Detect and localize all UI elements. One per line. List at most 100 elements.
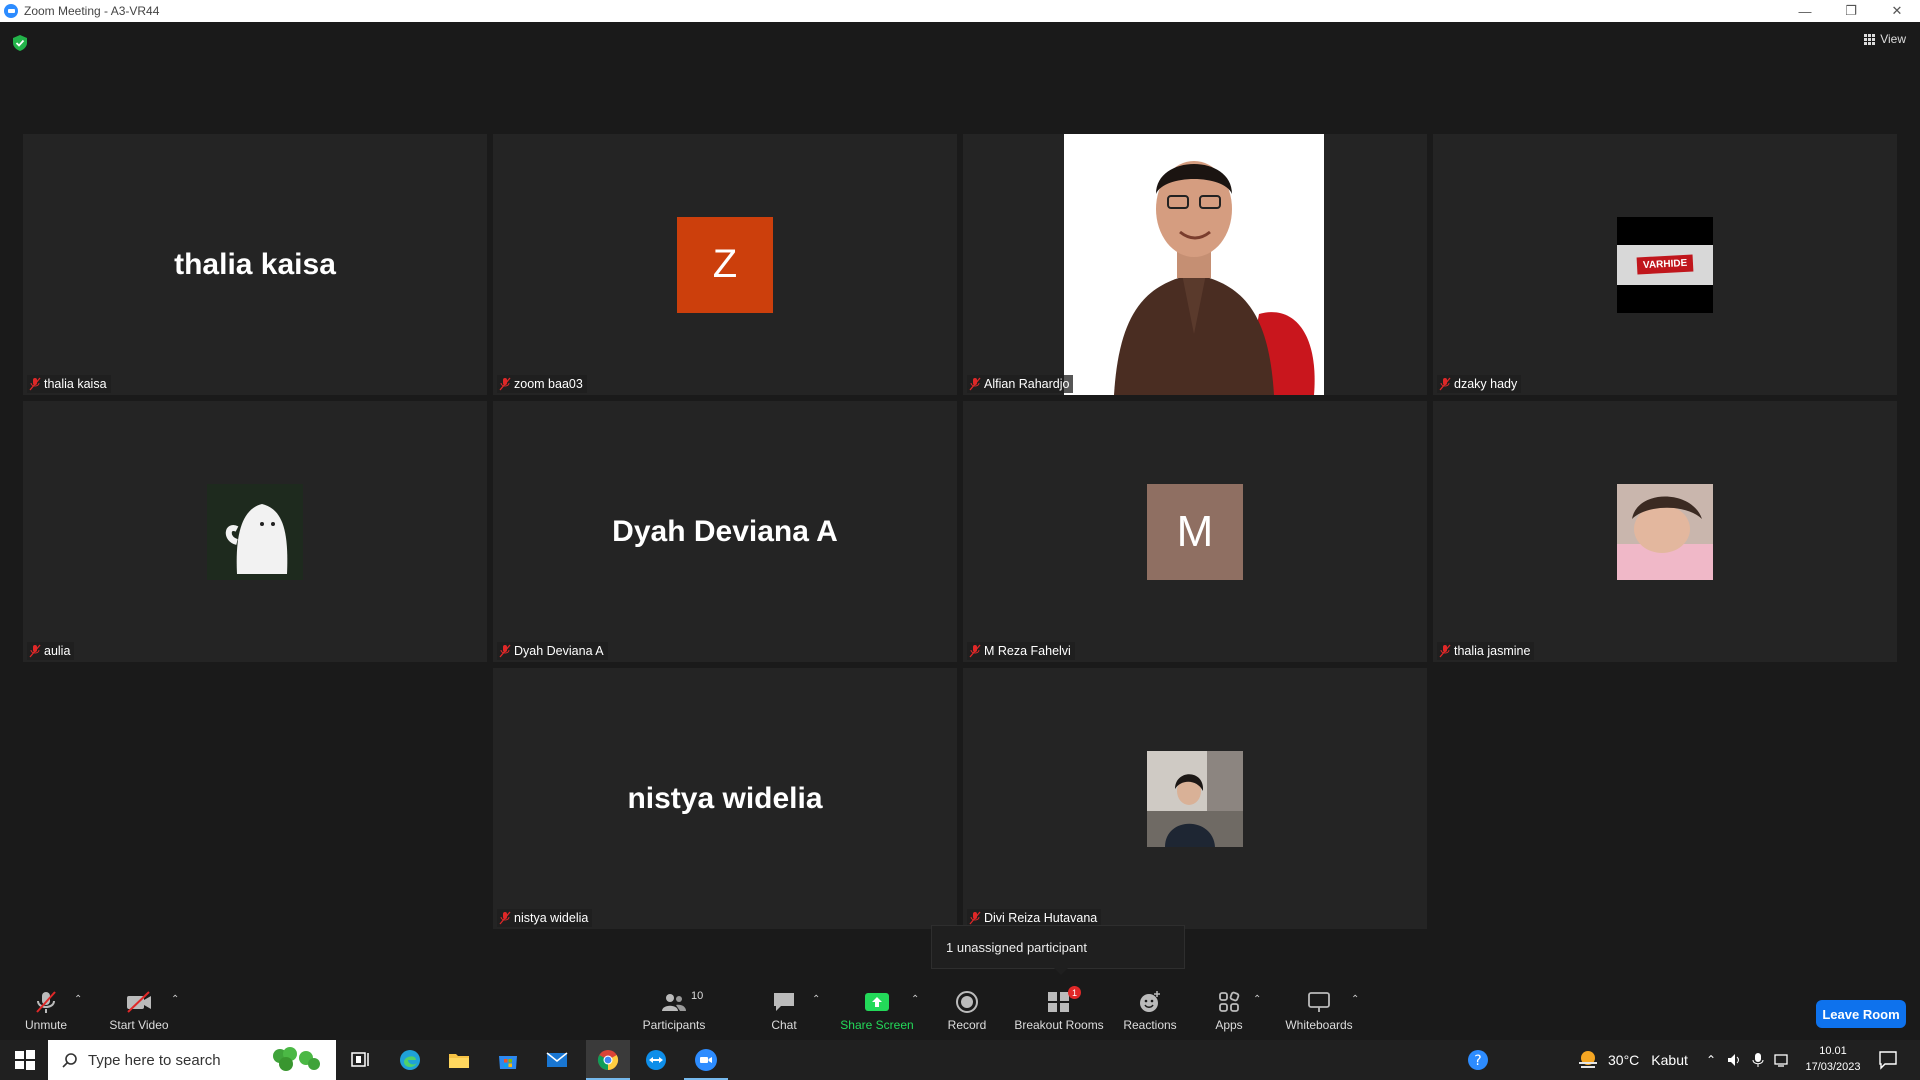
participant-name-label: Dyah Deviana A	[497, 642, 608, 660]
chrome-taskbar-active[interactable]	[586, 1040, 630, 1080]
mic-muted-icon	[969, 644, 981, 658]
mic-muted-icon	[499, 377, 511, 391]
unassigned-participant-tooltip: 1 unassigned participant	[931, 925, 1185, 975]
participants-count: 10	[691, 990, 704, 1002]
weather-description: Kabut	[1651, 1052, 1688, 1068]
help-icon[interactable]: ?	[1466, 1048, 1490, 1072]
chrome-icon	[597, 1050, 619, 1071]
microsoft-store-icon[interactable]	[496, 1048, 520, 1072]
participant-name: nistya widelia	[514, 911, 589, 925]
chat-label: Chat	[771, 1018, 797, 1032]
mail-icon[interactable]	[545, 1048, 569, 1072]
windows-start-icon[interactable]	[13, 1048, 37, 1072]
mic-muted-icon	[499, 644, 511, 658]
participant-name-label: aulia	[27, 642, 75, 660]
share-screen-button[interactable]: Share Screen	[840, 990, 914, 1038]
whiteboards-label: Whiteboards	[1285, 1018, 1353, 1032]
participant-name: Alfian Rahardjo	[984, 377, 1070, 391]
participant-name-label: dzaky hady	[1437, 375, 1522, 393]
participant-name-label: thalia jasmine	[1437, 642, 1535, 660]
participant-tile-nistya-widelia[interactable]: nistya widelia nistya widelia	[493, 668, 957, 929]
audio-options-caret[interactable]: ⌃	[74, 994, 82, 1005]
zoom-app-icon	[695, 1049, 717, 1071]
participant-display-name: Dyah Deviana A	[612, 514, 838, 548]
participant-tile-dzaky-hady[interactable]: VARHIDE dzaky hady	[1433, 134, 1897, 395]
reactions-button[interactable]: Reactions	[1123, 990, 1177, 1038]
apps-button[interactable]: Apps	[1214, 990, 1244, 1038]
file-explorer-icon[interactable]	[447, 1048, 471, 1072]
title-bar: Zoom Meeting - A3-VR44 — ❐ ✕	[0, 0, 1920, 22]
avatar: VARHIDE	[1617, 216, 1713, 313]
tooltip-text: 1 unassigned participant	[946, 939, 1087, 955]
chevron-up-icon[interactable]: ⌃	[1706, 1053, 1716, 1067]
close-button[interactable]: ✕	[1874, 0, 1920, 22]
participant-tile-aulia[interactable]: aulia	[23, 401, 487, 662]
restore-button[interactable]: ❐	[1828, 0, 1874, 22]
zoom-taskbar-active[interactable]	[684, 1040, 728, 1080]
microphone-icon[interactable]	[1752, 1052, 1764, 1068]
start-video-label: Start Video	[109, 1018, 169, 1032]
participant-photo	[1064, 134, 1324, 395]
participants-icon	[662, 994, 686, 1011]
participant-tile-m-reza-fahelvi[interactable]: M M Reza Fahelvi	[963, 401, 1427, 662]
participant-tile-dyah-deviana[interactable]: Dyah Deviana A Dyah Deviana A	[493, 401, 957, 662]
chat-options-caret[interactable]: ⌃	[812, 994, 820, 1005]
participant-tile-alfian-rahardjo[interactable]: Alfian Rahardjo	[963, 134, 1427, 395]
participant-name: zoom baa03	[514, 377, 583, 391]
reactions-icon	[1140, 991, 1160, 1012]
participant-tile-thalia-kaisa[interactable]: thalia kaisa thalia kaisa	[23, 134, 487, 395]
leave-room-button[interactable]: Leave Room	[1816, 1000, 1906, 1028]
avatar-initial: Z	[712, 242, 738, 286]
mic-muted-icon	[1439, 377, 1451, 391]
participant-name: Dyah Deviana A	[514, 644, 604, 658]
edge-browser-icon[interactable]	[398, 1048, 422, 1072]
apps-options-caret[interactable]: ⌃	[1253, 994, 1261, 1005]
video-options-caret[interactable]: ⌃	[171, 994, 179, 1005]
unmute-button[interactable]: Unmute	[22, 990, 70, 1038]
participant-name-label: M Reza Fahelvi	[967, 642, 1075, 660]
grid-view-icon	[1864, 33, 1876, 45]
breakout-rooms-button[interactable]: 1 Breakout Rooms	[1012, 986, 1106, 1038]
speaker-icon[interactable]	[1726, 1052, 1742, 1068]
task-view-icon[interactable]	[348, 1048, 372, 1072]
taskbar-clock[interactable]: 10.01 17/03/2023	[1798, 1043, 1868, 1075]
participant-tile-zoom-baa03[interactable]: Z zoom baa03	[493, 134, 957, 395]
participant-name: dzaky hady	[1454, 377, 1518, 391]
participant-name-label: thalia kaisa	[27, 375, 111, 393]
record-button[interactable]: Record	[946, 990, 988, 1038]
search-placeholder: Type here to search	[88, 1051, 221, 1069]
clover-icon	[273, 1047, 320, 1071]
window-title: Zoom Meeting - A3-VR44	[24, 4, 160, 18]
breakout-badge: 1	[1068, 986, 1081, 999]
weather-haze-icon	[1579, 1051, 1597, 1068]
clock-date: 17/03/2023	[1805, 1061, 1861, 1073]
notification-center-icon[interactable]	[1876, 1048, 1900, 1072]
whiteboards-options-caret[interactable]: ⌃	[1351, 994, 1359, 1005]
mic-muted-icon	[499, 911, 511, 925]
participant-display-name: thalia kaisa	[174, 247, 336, 281]
chat-button[interactable]: Chat	[766, 990, 802, 1038]
taskbar-search-input[interactable]: Type here to search	[48, 1040, 336, 1080]
whiteboards-button[interactable]: Whiteboards	[1284, 990, 1354, 1038]
participant-tile-divi-reiza[interactable]: Divi Reiza Hutavana	[963, 668, 1427, 929]
participants-label: Participants	[642, 1018, 706, 1032]
participant-tile-thalia-jasmine[interactable]: thalia jasmine	[1433, 401, 1897, 662]
network-icon[interactable]	[1774, 1052, 1792, 1068]
participants-button[interactable]: 10 Participants	[636, 990, 712, 1038]
video-off-icon	[127, 991, 151, 1013]
whiteboard-icon	[1308, 992, 1330, 1012]
varhide-logo: VARHIDE	[1636, 254, 1694, 275]
start-video-button[interactable]: Start Video	[104, 990, 174, 1038]
record-label: Record	[947, 1018, 987, 1032]
view-button[interactable]: View	[1864, 32, 1906, 46]
encryption-shield-icon[interactable]	[13, 35, 27, 51]
windows-taskbar: Type here to search ? 30°C Kabut ⌃ 10.01…	[0, 1040, 1920, 1080]
share-options-caret[interactable]: ⌃	[911, 994, 919, 1005]
participant-name-label: zoom baa03	[497, 375, 587, 393]
teamviewer-icon[interactable]	[644, 1048, 668, 1072]
minimize-button[interactable]: —	[1782, 0, 1828, 22]
avatar: M	[1147, 483, 1243, 580]
record-icon	[956, 991, 978, 1013]
weather-widget[interactable]: 30°C Kabut	[1576, 1040, 1688, 1080]
chat-icon	[774, 993, 794, 1011]
